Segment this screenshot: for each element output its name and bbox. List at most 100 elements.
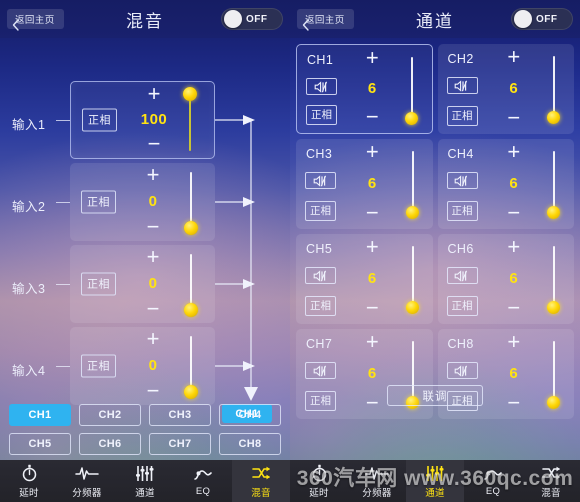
gain-increase-button[interactable]: + bbox=[147, 328, 160, 350]
gain-decrease-button[interactable]: − bbox=[507, 297, 520, 319]
channel-level-slider[interactable] bbox=[546, 56, 562, 124]
nav-item-eq[interactable]: EQ bbox=[464, 460, 522, 502]
phase-button[interactable]: 正相 bbox=[446, 106, 478, 126]
input-level-slider[interactable] bbox=[183, 252, 199, 317]
phase-button[interactable]: 正相 bbox=[81, 190, 116, 214]
nav-item-eq[interactable]: EQ bbox=[174, 460, 232, 502]
slider-knob[interactable] bbox=[405, 301, 419, 314]
channel-level-slider[interactable] bbox=[546, 341, 562, 409]
gain-increase-button[interactable]: + bbox=[507, 141, 520, 163]
slider-knob[interactable] bbox=[547, 396, 560, 409]
mute-button[interactable] bbox=[306, 78, 337, 95]
slider-knob[interactable] bbox=[547, 206, 560, 219]
phase-button[interactable]: 正相 bbox=[306, 105, 337, 125]
mute-button[interactable] bbox=[305, 267, 336, 284]
input-level-slider[interactable] bbox=[183, 170, 199, 235]
nav-item-mixer[interactable]: 混音 bbox=[232, 460, 290, 502]
gain-decrease-button[interactable]: − bbox=[148, 133, 161, 155]
channel-card-ch6[interactable]: CH6 正相 + 6 − bbox=[437, 234, 574, 324]
input-card-4[interactable]: 正相 + 0 − bbox=[70, 327, 215, 405]
power-toggle[interactable]: OFF bbox=[511, 8, 573, 30]
phase-button[interactable]: 正相 bbox=[81, 272, 116, 296]
gain-decrease-button[interactable]: − bbox=[507, 202, 520, 224]
connector-line bbox=[56, 120, 70, 121]
gain-decrease-button[interactable]: − bbox=[147, 380, 160, 402]
link-tuning-button[interactable]: 联调 bbox=[387, 385, 483, 406]
back-to-home-button[interactable]: 返回主页 bbox=[297, 9, 354, 31]
phase-button[interactable]: 正相 bbox=[446, 201, 478, 221]
input-card-2[interactable]: 正相 + 0 − bbox=[70, 163, 215, 241]
gain-decrease-button[interactable]: − bbox=[366, 392, 379, 414]
slider-knob[interactable] bbox=[547, 301, 560, 314]
slider-knob[interactable] bbox=[184, 221, 198, 235]
app-screen: 返回主页 混音 OFF 输入1 输入2 输入3 输入4 正相 + 100 − 正… bbox=[0, 0, 580, 502]
gain-increase-button[interactable]: + bbox=[366, 47, 379, 69]
channel-level-slider[interactable] bbox=[405, 246, 421, 314]
slider-knob[interactable] bbox=[184, 385, 198, 399]
input-level-slider[interactable] bbox=[182, 87, 198, 153]
phase-button[interactable]: 正相 bbox=[305, 201, 336, 221]
gain-decrease-button[interactable]: − bbox=[507, 392, 520, 414]
mute-button[interactable] bbox=[305, 172, 336, 189]
mute-button[interactable] bbox=[305, 362, 336, 379]
mute-button[interactable] bbox=[446, 172, 478, 189]
channel-button-ch4[interactable]: CH4 bbox=[219, 404, 281, 426]
channel-level-slider[interactable] bbox=[405, 151, 421, 219]
nav-item-channel[interactable]: 通道 bbox=[406, 460, 464, 502]
channel-button-ch2[interactable]: CH2 bbox=[79, 404, 141, 426]
gain-increase-button[interactable]: + bbox=[148, 83, 161, 105]
phase-button[interactable]: 正相 bbox=[305, 391, 336, 411]
channel-level-slider[interactable] bbox=[546, 246, 562, 314]
nav-item-delay[interactable]: 延时 bbox=[290, 460, 348, 502]
channel-button-ch6[interactable]: CH6 bbox=[79, 433, 141, 455]
gain-decrease-button[interactable]: − bbox=[366, 106, 379, 128]
channel-button-ch3[interactable]: CH3 bbox=[149, 404, 211, 426]
slider-knob[interactable] bbox=[404, 112, 418, 125]
input-card-3[interactable]: 正相 + 0 − bbox=[70, 245, 215, 323]
slider-knob[interactable] bbox=[547, 111, 560, 124]
mute-button[interactable] bbox=[446, 267, 478, 284]
channel-button-ch7[interactable]: CH7 bbox=[149, 433, 211, 455]
gain-increase-button[interactable]: + bbox=[507, 236, 520, 258]
channel-button-ch5[interactable]: CH5 bbox=[9, 433, 71, 455]
channel-level-slider[interactable] bbox=[546, 151, 562, 219]
nav-item-channel[interactable]: 通道 bbox=[116, 460, 174, 502]
channel-card-ch2[interactable]: CH2 正相 + 6 − bbox=[437, 44, 574, 134]
phase-button[interactable]: 正相 bbox=[446, 296, 478, 316]
input-level-slider[interactable] bbox=[183, 334, 199, 399]
phase-button[interactable]: 正相 bbox=[81, 354, 116, 378]
gain-decrease-button[interactable]: − bbox=[147, 298, 160, 320]
nav-item-mixer[interactable]: 混音 bbox=[522, 460, 580, 502]
back-to-home-button[interactable]: 返回主页 bbox=[7, 9, 64, 31]
slider-knob[interactable] bbox=[183, 87, 197, 101]
gain-increase-button[interactable]: + bbox=[366, 236, 379, 258]
gain-increase-button[interactable]: + bbox=[507, 46, 520, 68]
gain-increase-button[interactable]: + bbox=[366, 141, 379, 163]
gain-decrease-button[interactable]: − bbox=[507, 107, 520, 129]
gain-increase-button[interactable]: + bbox=[147, 246, 160, 268]
gain-increase-button[interactable]: + bbox=[507, 331, 520, 353]
channel-card-ch3[interactable]: CH3 正相 + 6 − bbox=[296, 139, 433, 229]
slider-knob[interactable] bbox=[184, 303, 198, 317]
channel-button-ch8[interactable]: CH8 bbox=[219, 433, 281, 455]
nav-item-crossover[interactable]: 分频器 bbox=[348, 460, 406, 502]
slider-knob[interactable] bbox=[405, 206, 419, 219]
mute-button[interactable] bbox=[446, 362, 478, 379]
power-toggle[interactable]: OFF bbox=[221, 8, 283, 30]
channel-card-ch5[interactable]: CH5 正相 + 6 − bbox=[296, 234, 433, 324]
phase-button[interactable]: 正相 bbox=[82, 108, 117, 132]
mute-button[interactable] bbox=[446, 77, 478, 94]
gain-decrease-button[interactable]: − bbox=[366, 202, 379, 224]
input-card-1[interactable]: 正相 + 100 − bbox=[70, 81, 215, 159]
gain-decrease-button[interactable]: − bbox=[366, 297, 379, 319]
channel-button-ch1[interactable]: CH1 bbox=[9, 404, 71, 426]
gain-increase-button[interactable]: + bbox=[147, 164, 160, 186]
phase-button[interactable]: 正相 bbox=[305, 296, 336, 316]
channel-level-slider[interactable] bbox=[404, 57, 420, 125]
gain-increase-button[interactable]: + bbox=[366, 331, 379, 353]
gain-decrease-button[interactable]: − bbox=[147, 216, 160, 238]
nav-item-crossover[interactable]: 分频器 bbox=[58, 460, 116, 502]
nav-item-delay[interactable]: 延时 bbox=[0, 460, 58, 502]
channel-card-ch1[interactable]: CH1 正相 + 6 − bbox=[296, 44, 433, 134]
channel-card-ch4[interactable]: CH4 正相 + 6 − bbox=[437, 139, 574, 229]
